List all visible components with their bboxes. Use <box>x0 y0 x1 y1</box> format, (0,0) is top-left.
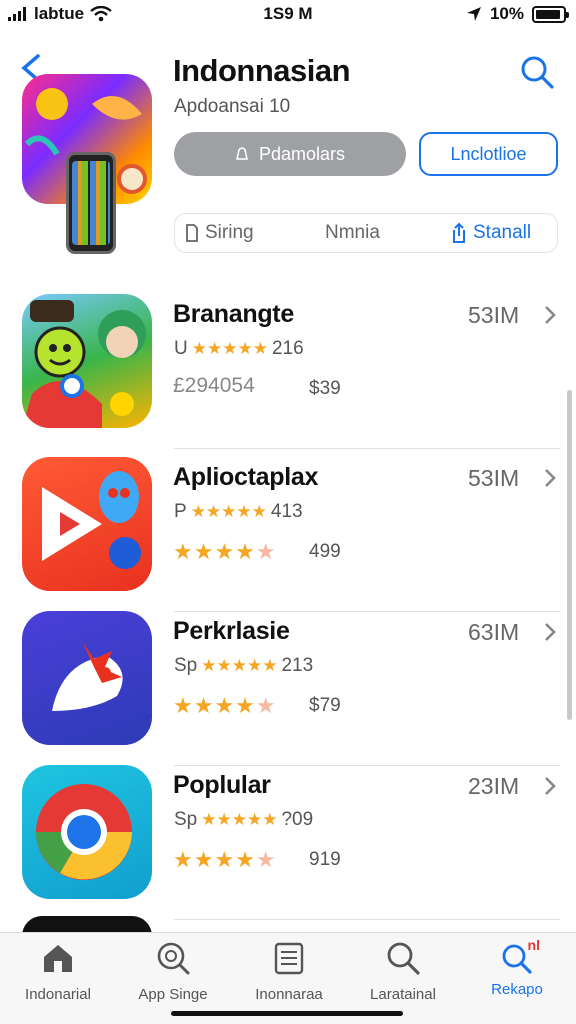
small-stars-icon: ★★★★★ <box>201 810 278 829</box>
tab-rekapo[interactable]: nl Rekapo <box>462 937 572 998</box>
star-rating-icon: ★★★★★ <box>173 539 277 564</box>
divider <box>174 448 560 449</box>
app-size: 53IM <box>468 302 520 328</box>
primary-button[interactable]: Pdamolars <box>174 132 406 176</box>
document-icon <box>186 224 198 242</box>
secondary-button-label: Lnclotlioe <box>450 143 527 164</box>
app-price: $39 <box>309 378 341 399</box>
app-size: 63IM <box>468 619 520 645</box>
tab-indonarial[interactable]: Indonarial <box>3 941 113 1003</box>
home-icon <box>44 945 72 972</box>
app-icon <box>22 765 152 899</box>
battery-percent: 10% <box>489 4 524 23</box>
app-hero-icon <box>22 74 152 254</box>
segment-control: Siring Nmnia Stanall <box>174 213 558 253</box>
rating-prefix: U <box>174 338 188 359</box>
chevron-right-icon <box>545 623 556 641</box>
rating-prefix: Sp <box>174 655 198 676</box>
tab-label: App Singe <box>138 986 208 1003</box>
app-size: 53IM <box>468 465 520 491</box>
tab-label: Inonnaraa <box>255 986 323 1003</box>
rating-count: 216 <box>271 338 304 359</box>
tab-label: Indonarial <box>25 986 91 1003</box>
chevron-right-icon <box>545 777 556 795</box>
list-item[interactable]: Aplioctaplax 53IM P ★★★★★ 413 ★★★★★ 499 <box>0 457 576 612</box>
app-icon <box>22 457 152 591</box>
page-subtitle: Apdoansai 10 <box>174 96 291 117</box>
segment-label: Siring <box>205 222 254 243</box>
list-icon <box>274 942 304 975</box>
bell-icon <box>235 147 248 160</box>
battery-icon <box>532 5 569 23</box>
small-stars-icon: ★★★★★ <box>190 502 267 521</box>
location-icon <box>466 7 481 21</box>
app-size: 23IM <box>468 773 520 799</box>
tab-laratainal[interactable]: Laratainal <box>348 941 458 1003</box>
search-icon[interactable] <box>519 54 555 90</box>
tab-inonnaraa[interactable]: Inonnaraa <box>234 941 344 1003</box>
chevron-right-icon <box>545 469 556 487</box>
small-stars-icon: ★★★★★ <box>191 339 268 358</box>
segment-nmnia[interactable]: Nmnia <box>325 214 380 252</box>
app-rating-line: Sp ★★★★★ ?09 <box>174 809 313 831</box>
app-rating-line: P ★★★★★ 413 <box>174 501 303 523</box>
app-price: 499 <box>309 541 341 562</box>
tab-label: Laratainal <box>370 986 436 1003</box>
secondary-button[interactable]: Lnclotlioe <box>419 132 558 176</box>
app-icon <box>22 294 152 428</box>
home-indicator[interactable] <box>171 1011 403 1016</box>
tab-label: Rekapo <box>491 981 543 998</box>
chevron-right-icon <box>545 306 556 324</box>
tab-badge: nl <box>527 937 540 953</box>
segment-label: Nmnia <box>325 222 380 243</box>
page-title: Indonnasian <box>173 53 351 88</box>
search-badge-icon: nl <box>500 937 540 975</box>
search-circle-icon <box>157 942 190 975</box>
rating-prefix: P <box>174 501 187 522</box>
app-name: Perkrlasie <box>173 617 290 645</box>
star-rating-icon: ★★★★★ <box>173 693 277 718</box>
app-name: Branangte <box>173 300 294 328</box>
rating-count: ?09 <box>281 809 314 830</box>
status-bar: labtue 1S9 M 10% <box>0 0 576 30</box>
search-icon <box>387 942 420 975</box>
app-rating-line: Sp ★★★★★ 213 <box>174 655 313 677</box>
phone-illustration <box>66 152 116 254</box>
small-stars-icon: ★★★★★ <box>201 656 278 675</box>
scrollbar[interactable] <box>567 390 572 720</box>
app-price: 919 <box>309 849 341 870</box>
segment-label: Stanall <box>473 222 532 243</box>
rating-count: 413 <box>270 501 303 522</box>
tab-app-singe[interactable]: App Singe <box>118 941 228 1003</box>
list-item[interactable]: Perkrlasie 63IM Sp ★★★★★ 213 ★★★★★ $79 <box>0 611 576 766</box>
segment-stanall[interactable]: Stanall <box>451 214 531 252</box>
share-icon <box>453 222 465 243</box>
list-item[interactable]: Branangte 53IM U ★★★★★ 216 £294054 $39 <box>0 294 576 449</box>
app-name: Aplioctaplax <box>173 463 319 491</box>
primary-button-label: Pdamolars <box>258 143 346 164</box>
segment-siring[interactable]: Siring <box>185 214 254 252</box>
app-tag: £294054 <box>173 374 255 397</box>
app-rating-line: U ★★★★★ 216 <box>174 338 304 360</box>
rating-count: 213 <box>281 655 314 676</box>
star-rating-icon: ★★★★★ <box>173 847 277 872</box>
app-icon <box>22 611 152 745</box>
app-price: $79 <box>309 695 341 716</box>
rating-prefix: Sp <box>174 809 198 830</box>
app-name: Poplular <box>173 771 271 799</box>
status-right: 10% <box>466 4 569 24</box>
list-item[interactable]: Poplular 23IM Sp ★★★★★ ?09 ★★★★★ 919 <box>0 765 576 920</box>
